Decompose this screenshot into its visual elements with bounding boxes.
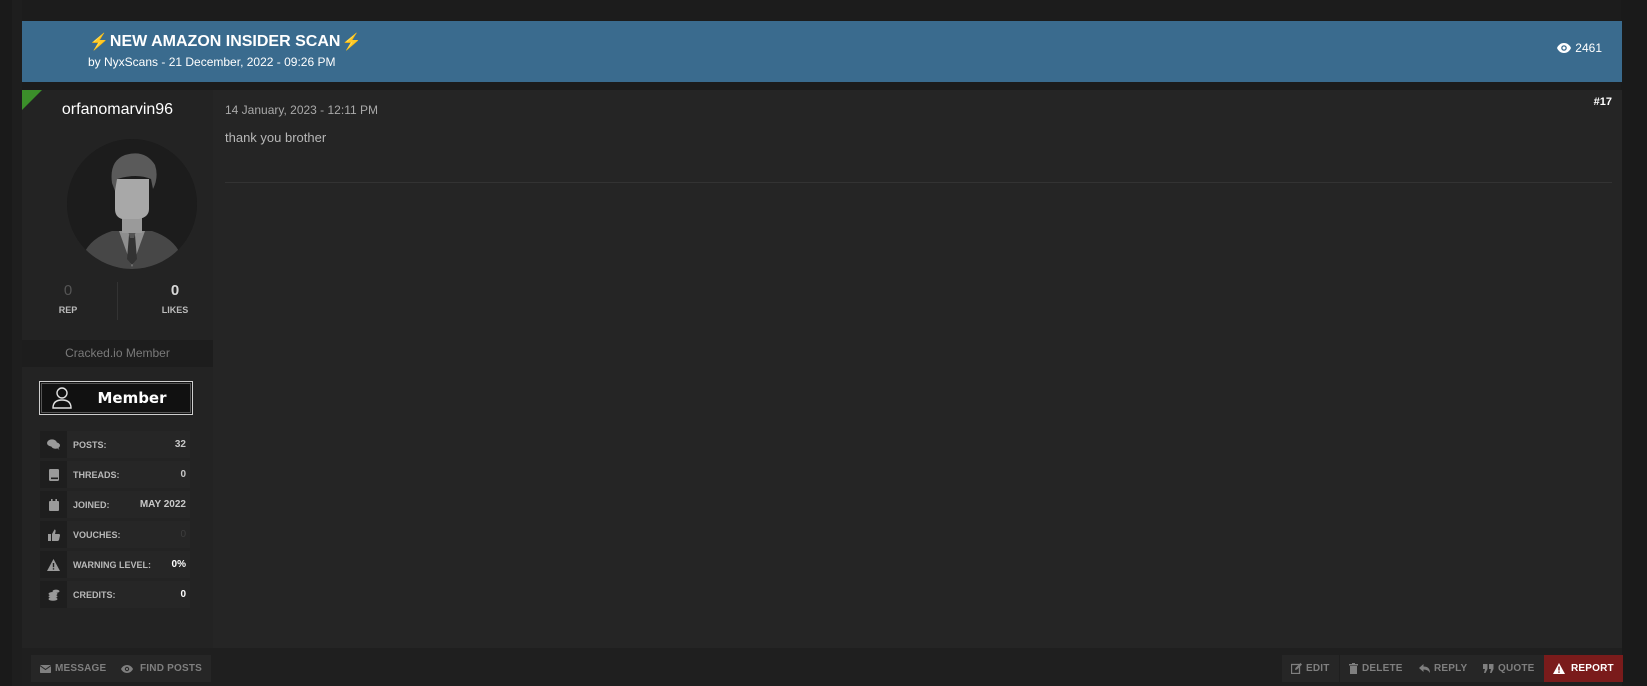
info-row-joined: JOINED: MAY 2022 (40, 491, 190, 518)
info-row-posts: POSTS: 32 (40, 431, 190, 458)
info-value: 0 (180, 469, 186, 480)
coins-icon (48, 589, 59, 601)
info-row-threads: THREADS: 0 (40, 461, 190, 488)
thumbs-up-icon (47, 529, 60, 541)
info-label: WARNING LEVEL: (73, 559, 151, 570)
thread-title-text[interactable]: NEW AMAZON INSIDER SCAN (110, 33, 341, 51)
reply-button[interactable]: REPLY (1410, 655, 1477, 682)
info-value[interactable]: 0% (172, 559, 186, 570)
warning-icon (1553, 663, 1565, 674)
post-footer: MESSAGE FIND POSTS EDIT DELETE REPLY QUO… (22, 648, 1623, 686)
info-value: MAY 2022 (139, 499, 186, 510)
info-value: 0 (180, 589, 186, 600)
likes-label: LIKES (161, 305, 189, 315)
default-avatar-icon (67, 139, 197, 269)
calendar-icon (48, 498, 59, 511)
lightning-bolt-icon: ⚡ (341, 34, 362, 51)
rep-value: 0 (63, 282, 73, 299)
info-label: JOINED: (73, 499, 110, 510)
info-label: POSTS: (73, 439, 107, 450)
info-row-credits: CREDITS: 0 (40, 581, 190, 608)
views-count: 2461 (1575, 41, 1602, 55)
trash-icon (1349, 663, 1358, 674)
stats-divider (117, 282, 118, 320)
thread-title[interactable]: ⚡ NEW AMAZON INSIDER SCAN ⚡ (88, 32, 362, 52)
rep-label: REP (58, 305, 78, 315)
quote-button[interactable]: QUOTE (1474, 655, 1544, 682)
lightning-bolt-icon: ⚡ (89, 34, 109, 51)
thread-header: ⚡ NEW AMAZON INSIDER SCAN ⚡ by NyxScans … (22, 21, 1622, 82)
quote-label: QUOTE (1498, 663, 1535, 674)
thread-meta: by NyxScans - 21 December, 2022 - 09:26 … (88, 55, 336, 69)
info-label: CREDITS: (73, 589, 116, 600)
info-row-warning-level: WARNING LEVEL: 0% (40, 551, 190, 578)
post-date: 14 January, 2023 - 12:11 PM (225, 103, 378, 117)
edit-label: EDIT (1306, 663, 1330, 674)
page-gutter-left (0, 0, 12, 686)
post-divider (225, 182, 1612, 183)
reply-label: REPLY (1434, 663, 1468, 674)
post-body: thank you brother (225, 130, 327, 145)
message-button[interactable]: MESSAGE (31, 655, 116, 682)
eye-icon (121, 664, 133, 673)
post: orfanomarvin96 0 REP 0 LIKES Cracked.io … (22, 90, 1622, 648)
page-gutter-right (1621, 0, 1647, 686)
info-label: THREADS: (73, 469, 120, 480)
post-number-link[interactable]: #17 (1594, 96, 1612, 108)
info-label: VOUCHES: (73, 529, 121, 540)
delete-label: DELETE (1362, 663, 1403, 674)
rank-badge-label: Member (97, 389, 167, 407)
user-outline-icon (52, 387, 72, 409)
report-button[interactable]: REPORT (1544, 655, 1623, 682)
avatar[interactable] (67, 139, 197, 269)
envelope-icon (40, 664, 51, 673)
edit-button[interactable]: EDIT (1282, 655, 1339, 682)
find-posts-button[interactable]: FIND POSTS (112, 655, 212, 682)
page-gutter-left-inner (12, 0, 22, 686)
likes-value: 0 (170, 282, 180, 299)
rank-badge: Member (39, 381, 193, 415)
quote-icon (1483, 664, 1494, 673)
author-usertitle: Cracked.io Member (22, 340, 213, 367)
info-row-vouches: VOUCHES: 0 (40, 521, 190, 548)
reply-icon (1419, 664, 1430, 673)
thread-views: 2461 (1557, 41, 1602, 55)
author-username[interactable]: orfanomarvin96 (22, 101, 213, 119)
book-icon (48, 468, 59, 481)
author-info-list: POSTS: 32 THREADS: 0 JOINED: MAY 2022 VO… (40, 431, 190, 611)
message-label: MESSAGE (55, 663, 107, 674)
delete-button[interactable]: DELETE (1340, 655, 1412, 682)
likes-stat: 0 LIKES (145, 282, 205, 315)
comments-icon (47, 439, 60, 450)
eye-icon (1557, 43, 1572, 53)
author-stats: 0 REP 0 LIKES (22, 282, 213, 332)
edit-icon (1291, 663, 1302, 674)
find-posts-label: FIND POSTS (140, 663, 203, 674)
info-value: 32 (174, 439, 186, 450)
warning-icon (47, 558, 60, 571)
rep-stat[interactable]: 0 REP (48, 282, 88, 315)
post-author-sidebar: orfanomarvin96 0 REP 0 LIKES Cracked.io … (22, 90, 213, 648)
report-label: REPORT (1571, 663, 1614, 674)
info-value: 0 (180, 529, 186, 540)
